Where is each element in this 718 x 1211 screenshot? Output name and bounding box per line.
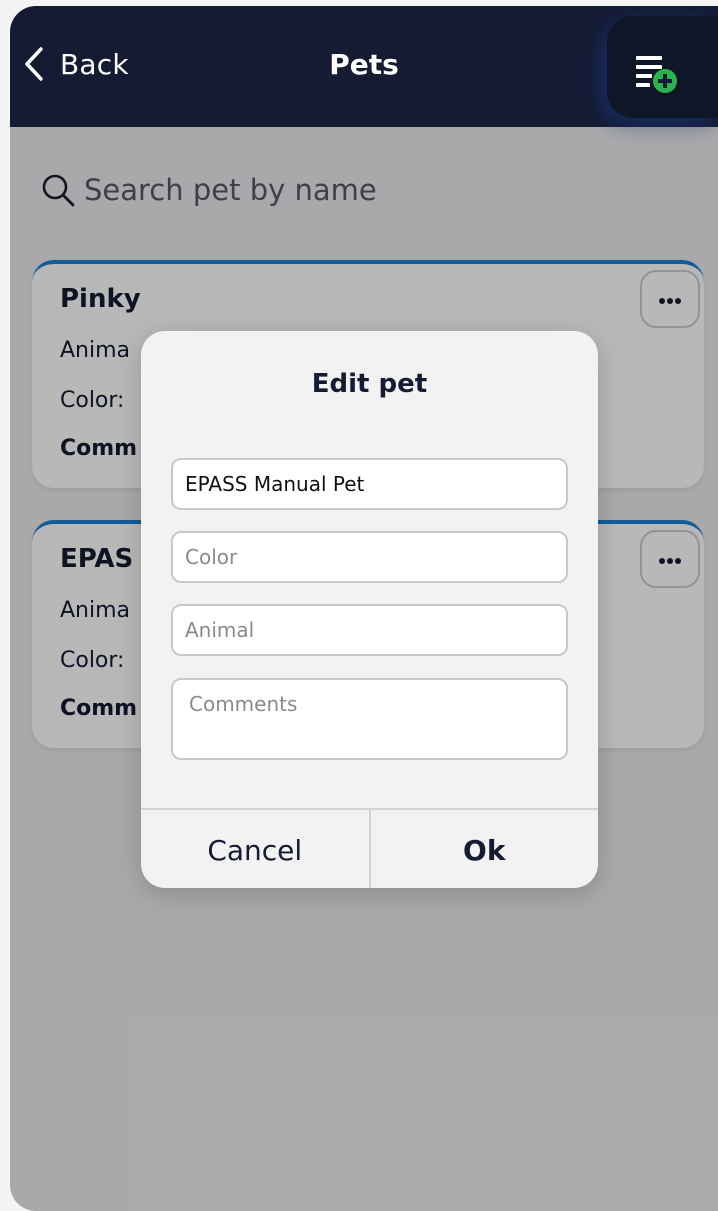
- top-bar: Back Pets: [10, 6, 718, 127]
- animal-field[interactable]: [171, 604, 568, 656]
- cancel-button[interactable]: Cancel: [141, 810, 369, 888]
- add-pet-button[interactable]: [607, 16, 718, 118]
- ok-button[interactable]: Ok: [368, 810, 599, 888]
- comments-field[interactable]: [171, 678, 568, 760]
- dialog-actions: Cancel Ok: [141, 808, 598, 888]
- edit-pet-dialog: Edit pet Cancel Ok: [141, 331, 598, 888]
- pet-name-field[interactable]: [171, 458, 568, 510]
- app-screen: Back Pets Pinky Anima Co: [10, 6, 718, 1211]
- dialog-title: Edit pet: [311, 369, 428, 399]
- color-field[interactable]: [171, 531, 568, 583]
